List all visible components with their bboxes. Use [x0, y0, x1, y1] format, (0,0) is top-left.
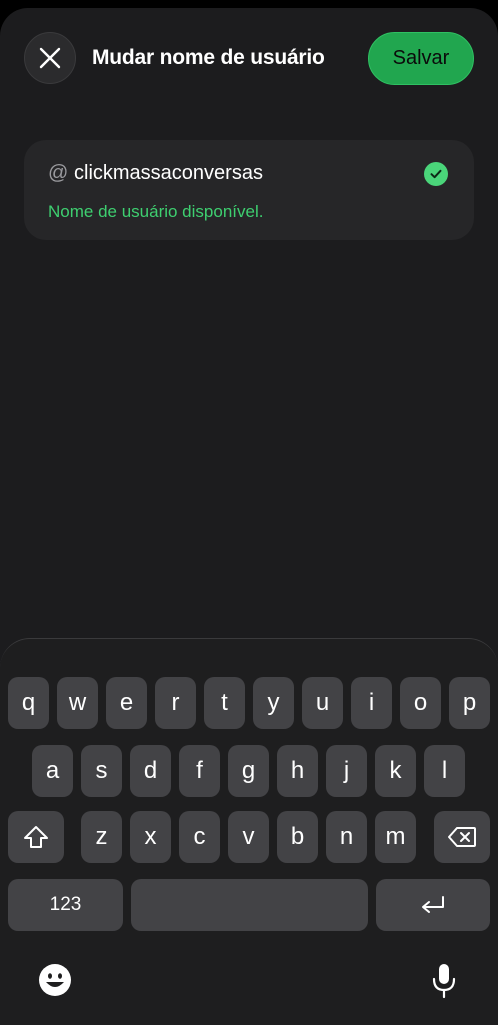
key-j[interactable]: j: [326, 745, 367, 797]
check-circle-icon: [424, 162, 448, 186]
key-x[interactable]: x: [130, 811, 171, 863]
shift-icon: [24, 826, 48, 848]
key-p[interactable]: p: [449, 677, 490, 729]
key-k[interactable]: k: [375, 745, 416, 797]
key-q[interactable]: q: [8, 677, 49, 729]
close-icon: [39, 47, 61, 69]
key-v[interactable]: v: [228, 811, 269, 863]
dictation-button[interactable]: [425, 961, 463, 1001]
save-button[interactable]: Salvar: [368, 32, 474, 85]
space-bar[interactable]: [131, 879, 368, 931]
microphone-icon: [432, 964, 456, 999]
key-u[interactable]: u: [302, 677, 343, 729]
backspace-icon: [448, 827, 476, 847]
key-n[interactable]: n: [326, 811, 367, 863]
key-t[interactable]: t: [204, 677, 245, 729]
availability-status: Nome de usuário disponível.: [48, 202, 264, 221]
key-a[interactable]: a: [32, 745, 73, 797]
key-g[interactable]: g: [228, 745, 269, 797]
key-e[interactable]: e: [106, 677, 147, 729]
username-input[interactable]: clickmassaconversas: [74, 162, 263, 185]
key-b[interactable]: b: [277, 811, 318, 863]
return-key[interactable]: [376, 879, 490, 931]
key-z[interactable]: z: [81, 811, 122, 863]
key-m[interactable]: m: [375, 811, 416, 863]
key-w[interactable]: w: [57, 677, 98, 729]
shift-key[interactable]: [8, 811, 64, 863]
at-prefix: @: [48, 162, 69, 184]
key-f[interactable]: f: [179, 745, 220, 797]
emoji-button[interactable]: [36, 961, 74, 999]
key-s[interactable]: s: [81, 745, 122, 797]
key-r[interactable]: r: [155, 677, 196, 729]
backspace-key[interactable]: [434, 811, 490, 863]
key-i[interactable]: i: [351, 677, 392, 729]
key-o[interactable]: o: [400, 677, 441, 729]
return-icon: [422, 896, 444, 913]
page-title: Mudar nome de usuário: [92, 46, 325, 69]
username-field[interactable]: @ clickmassaconversas Nome de usuário di…: [24, 140, 474, 240]
key-h[interactable]: h: [277, 745, 318, 797]
numbers-key[interactable]: 123: [8, 879, 123, 931]
key-d[interactable]: d: [130, 745, 171, 797]
key-c[interactable]: c: [179, 811, 220, 863]
key-l[interactable]: l: [424, 745, 465, 797]
close-button[interactable]: [24, 32, 76, 84]
virtual-keyboard: q w e r t y u i o p a s d f g h j k l z …: [0, 638, 498, 1025]
key-y[interactable]: y: [253, 677, 294, 729]
emoji-icon: [39, 964, 71, 996]
